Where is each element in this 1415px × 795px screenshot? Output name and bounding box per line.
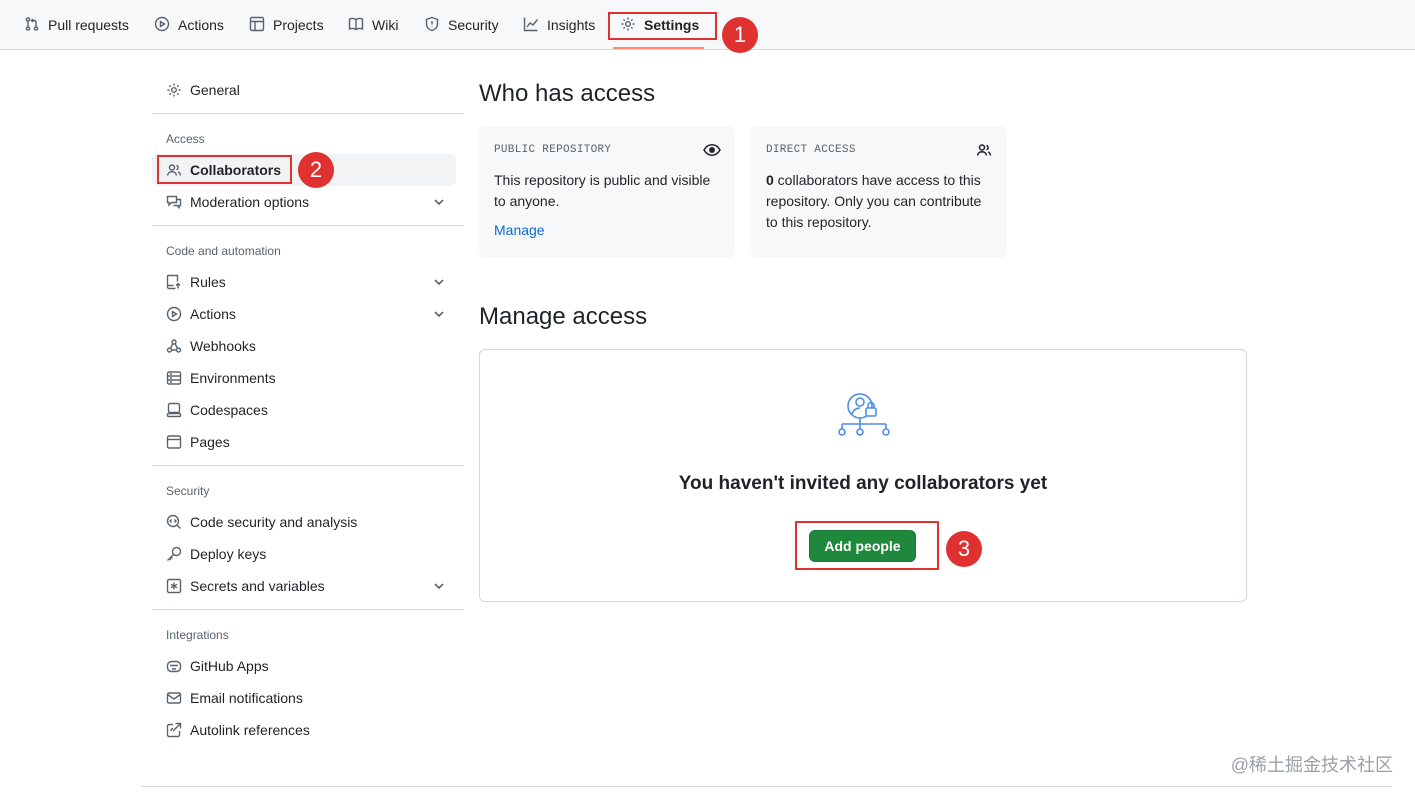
sidebar-item-moderation[interactable]: Moderation options [152, 186, 456, 218]
tab-security[interactable]: Security [424, 0, 499, 50]
tab-insights[interactable]: Insights [523, 0, 595, 50]
play-icon [166, 306, 182, 322]
sidebar-section-code-automation: Code and automation [166, 244, 281, 258]
sidebar-item-pages[interactable]: Pages [152, 426, 456, 458]
step-badge-1: 1 [722, 17, 758, 53]
sidebar-item-deploy-keys[interactable]: Deploy keys [152, 538, 456, 570]
browser-icon [166, 434, 182, 450]
sidebar-item-codespaces[interactable]: Codespaces [152, 394, 456, 426]
card-text: 0 collaborators have access to this repo… [766, 172, 982, 230]
sidebar-item-actions[interactable]: Actions [152, 298, 456, 330]
mail-icon [166, 690, 182, 706]
codespaces-icon [166, 402, 182, 418]
card-title: PUBLIC REPOSITORY [494, 144, 612, 156]
sidebar-item-autolink[interactable]: Autolink references [152, 714, 456, 746]
card-text: This repository is public and visible to… [494, 172, 711, 209]
highlight-box-collaborators [157, 155, 292, 184]
empty-state-title: You haven't invited any collaborators ye… [678, 473, 1048, 494]
step-badge-3: 3 [946, 531, 982, 567]
gear-icon [166, 82, 182, 98]
tab-wiki[interactable]: Wiki [348, 0, 398, 50]
card-title: DIRECT ACCESS [766, 144, 856, 156]
graph-icon [523, 16, 539, 35]
sidebar-item-environments[interactable]: Environments [152, 362, 456, 394]
webhook-icon [166, 338, 182, 354]
sidebar-section-access: Access [166, 132, 205, 146]
table-icon [249, 16, 265, 35]
key-icon [166, 546, 182, 562]
sidebar-item-rules[interactable]: Rules [152, 266, 456, 298]
highlight-box-add-people [795, 521, 939, 570]
manage-link[interactable]: Manage [494, 222, 545, 238]
tab-pull-requests[interactable]: Pull requests [24, 0, 129, 50]
sidebar-item-email-notifications[interactable]: Email notifications [152, 682, 456, 714]
chevron-down-icon[interactable] [432, 307, 446, 321]
public-repository-card: PUBLIC REPOSITORY This repository is pub… [479, 126, 735, 258]
sidebar-item-code-security[interactable]: Code security and analysis [152, 506, 456, 538]
tab-actions[interactable]: Actions [154, 0, 224, 50]
comment-discussion-icon [166, 194, 182, 210]
sidebar-item-general[interactable]: General [152, 74, 456, 106]
sidebar-section-integrations: Integrations [166, 628, 229, 642]
asterisk-icon [166, 578, 182, 594]
sidebar-item-secrets[interactable]: Secrets and variables [152, 570, 456, 602]
chevron-down-icon[interactable] [432, 275, 446, 289]
repo-push-icon [166, 274, 182, 290]
footer-divider [142, 786, 1392, 787]
codescan-icon [166, 514, 182, 530]
sidebar-divider [152, 465, 464, 466]
eye-icon [703, 142, 721, 158]
play-icon [154, 16, 170, 35]
step-badge-2: 2 [298, 152, 334, 188]
chevron-down-icon[interactable] [432, 579, 446, 593]
sidebar-divider [152, 225, 464, 226]
chevron-down-icon[interactable] [432, 195, 446, 209]
sidebar-divider [152, 609, 464, 610]
book-icon [348, 16, 364, 35]
server-icon [166, 370, 182, 386]
collaborator-count: 0 [766, 172, 774, 188]
collaborators-lock-icon [836, 392, 892, 444]
manage-access-title: Manage access [479, 303, 648, 330]
sidebar-item-github-apps[interactable]: GitHub Apps [152, 650, 456, 682]
git-pull-request-icon [24, 16, 40, 35]
hubot-icon [166, 658, 182, 674]
tab-projects[interactable]: Projects [249, 0, 324, 50]
sidebar-divider [152, 113, 464, 114]
highlight-box-settings [608, 12, 717, 40]
sidebar-item-webhooks[interactable]: Webhooks [152, 330, 456, 362]
who-has-access-title: Who has access [479, 80, 656, 107]
direct-access-card: DIRECT ACCESS 0 collaborators have acces… [751, 126, 1007, 258]
shield-icon [424, 16, 440, 35]
active-tab-indicator [613, 47, 704, 49]
sidebar-section-security: Security [166, 484, 210, 498]
watermark: @稀土掘金技术社区 [1230, 755, 1393, 775]
people-icon [975, 142, 993, 158]
cross-reference-icon [166, 722, 182, 738]
